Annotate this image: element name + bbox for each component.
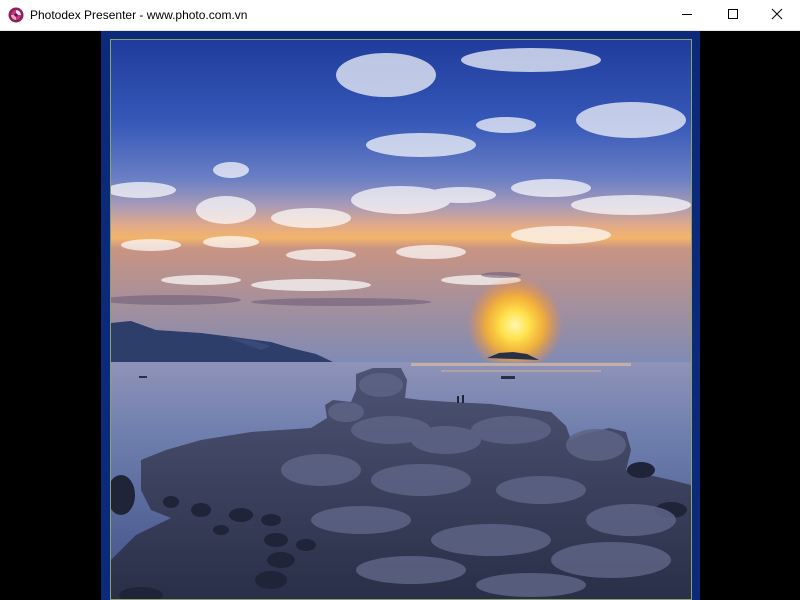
sunset-photo bbox=[111, 40, 691, 599]
maximize-button[interactable] bbox=[710, 0, 756, 31]
presenter-window: Photodex Presenter - www.photo.com.vn bbox=[0, 0, 800, 600]
close-icon bbox=[771, 7, 783, 25]
minimize-button[interactable] bbox=[664, 0, 710, 31]
window-title: Photodex Presenter - www.photo.com.vn bbox=[30, 8, 248, 22]
title-bar[interactable]: Photodex Presenter - www.photo.com.vn bbox=[0, 0, 800, 31]
minimize-icon bbox=[681, 7, 693, 25]
photodex-logo-icon[interactable] bbox=[8, 7, 24, 23]
photo-image-frame bbox=[110, 39, 692, 600]
photo-frame bbox=[101, 31, 700, 600]
presentation-area[interactable] bbox=[0, 31, 800, 600]
close-button[interactable] bbox=[754, 0, 800, 31]
maximize-icon bbox=[727, 7, 739, 25]
